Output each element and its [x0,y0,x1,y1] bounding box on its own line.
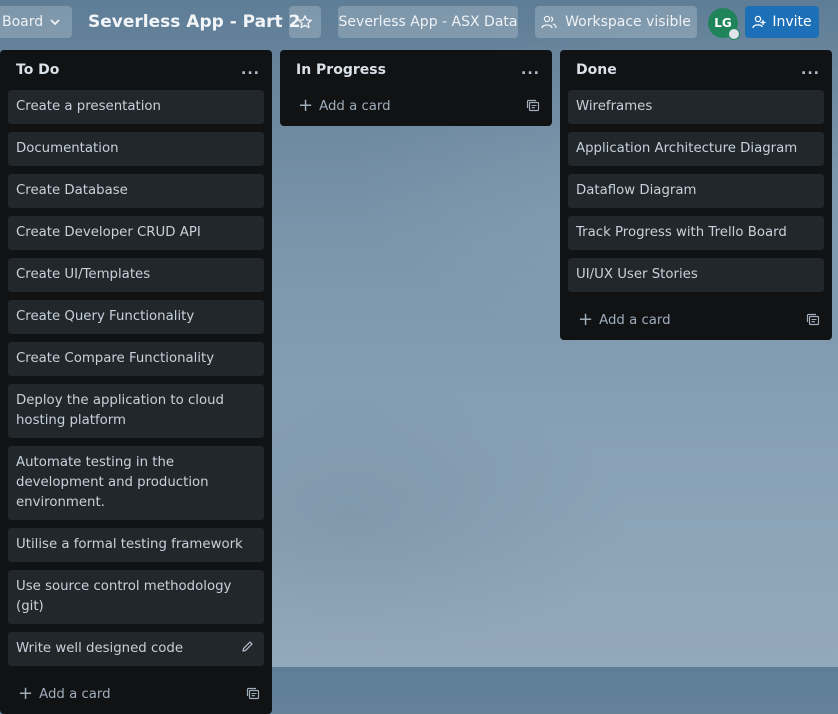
list-header: In Progress ... [280,50,552,90]
card[interactable]: Create UI/Templates [8,258,264,292]
card-title: Utilise a formal testing framework [16,537,243,552]
plus-icon: + [578,309,594,330]
card-title: Application Architecture Diagram [576,141,798,156]
list-title[interactable]: Done [576,62,617,78]
workspace-label: Severless App - ASX Data [338,14,518,30]
visibility-label: Workspace visible [565,14,691,30]
card[interactable]: Dataflow Diagram [568,174,824,208]
list-header: Done ... [560,50,832,90]
card-title: Create Query Functionality [16,309,195,324]
card-title: Use source control methodology (git) [16,579,232,614]
card[interactable]: Create a presentation [8,90,264,124]
card-title: Automate testing in the development and … [16,455,209,510]
people-icon [541,15,557,29]
more-icon[interactable]: ... [241,62,260,78]
workspace-button[interactable]: Severless App - ASX Data [338,6,518,38]
list-done: Done ... Wireframes Application Architec… [560,50,832,340]
card-title: Create Developer CRUD API [16,225,201,240]
pencil-icon[interactable] [241,640,254,653]
list-title[interactable]: In Progress [296,62,386,78]
card[interactable]: Documentation [8,132,264,166]
card-title: Dataflow Diagram [576,183,697,198]
card-hovered[interactable]: Write well designed code [8,632,264,666]
add-card-label: Add a card [599,312,671,328]
avatar[interactable]: LG [708,8,740,40]
board-view-label: Board [2,14,44,30]
invite-label: Invite [772,14,812,30]
card-title: UI/UX User Stories [576,267,698,282]
card[interactable]: Create Compare Functionality [8,342,264,376]
visibility-button[interactable]: Workspace visible [535,6,697,38]
card[interactable]: Create Developer CRUD API [8,216,264,250]
card[interactable]: Application Architecture Diagram [568,132,824,166]
add-card-button[interactable]: + Add a card [572,311,671,329]
invite-button[interactable]: Invite [745,6,819,38]
chevron-down-icon [50,19,60,26]
card[interactable]: Utilise a formal testing framework [8,528,264,562]
card-title: Create Database [16,183,128,198]
card-title: Write well designed code [16,641,184,656]
board-title[interactable]: Severless App - Part 2 [88,12,300,32]
add-card-label: Add a card [39,686,111,702]
list-header: To Do ... [0,50,272,90]
star-button[interactable] [289,6,321,38]
add-card-row: + Add a card [560,300,832,340]
card-list: Wireframes Application Architecture Diag… [560,90,832,292]
admin-badge-icon [728,28,740,40]
add-person-icon [752,15,766,29]
list-to-do: To Do ... Create a presentation Document… [0,50,272,714]
board-view-button[interactable]: Board [0,6,72,38]
card[interactable]: Wireframes [568,90,824,124]
card-list: Create a presentation Documentation Crea… [0,90,272,666]
list-in-progress: In Progress ... + Add a card [280,50,552,126]
template-icon[interactable] [806,313,820,327]
template-icon[interactable] [526,99,540,113]
card-title: Documentation [16,141,119,156]
card[interactable]: Use source control methodology (git) [8,570,264,624]
add-card-row: + Add a card [0,674,272,714]
board-header: Board Severless App - Part 2 Severless A… [0,0,838,46]
plus-icon: + [18,683,34,704]
add-card-button[interactable]: + Add a card [12,685,111,703]
more-icon[interactable]: ... [801,62,820,78]
card-title: Deploy the application to cloud hosting … [16,393,224,428]
card-title: Track Progress with Trello Board [576,225,787,240]
card-title: Create UI/Templates [16,267,151,282]
card[interactable]: Track Progress with Trello Board [568,216,824,250]
card[interactable]: Create Database [8,174,264,208]
card-title: Create Compare Functionality [16,351,215,366]
plus-icon: + [298,95,314,116]
card[interactable]: UI/UX User Stories [568,258,824,292]
avatar-initials: LG [714,16,732,30]
card[interactable]: Deploy the application to cloud hosting … [8,384,264,438]
card-title: Wireframes [576,99,653,114]
template-icon[interactable] [246,687,260,701]
add-card-row: + Add a card [280,86,552,126]
more-icon[interactable]: ... [521,62,540,78]
add-card-label: Add a card [319,98,391,114]
list-title[interactable]: To Do [16,62,59,78]
card[interactable]: Automate testing in the development and … [8,446,264,520]
add-card-button[interactable]: + Add a card [292,97,391,115]
star-icon [298,15,312,29]
card[interactable]: Create Query Functionality [8,300,264,334]
card-title: Create a presentation [16,99,161,114]
